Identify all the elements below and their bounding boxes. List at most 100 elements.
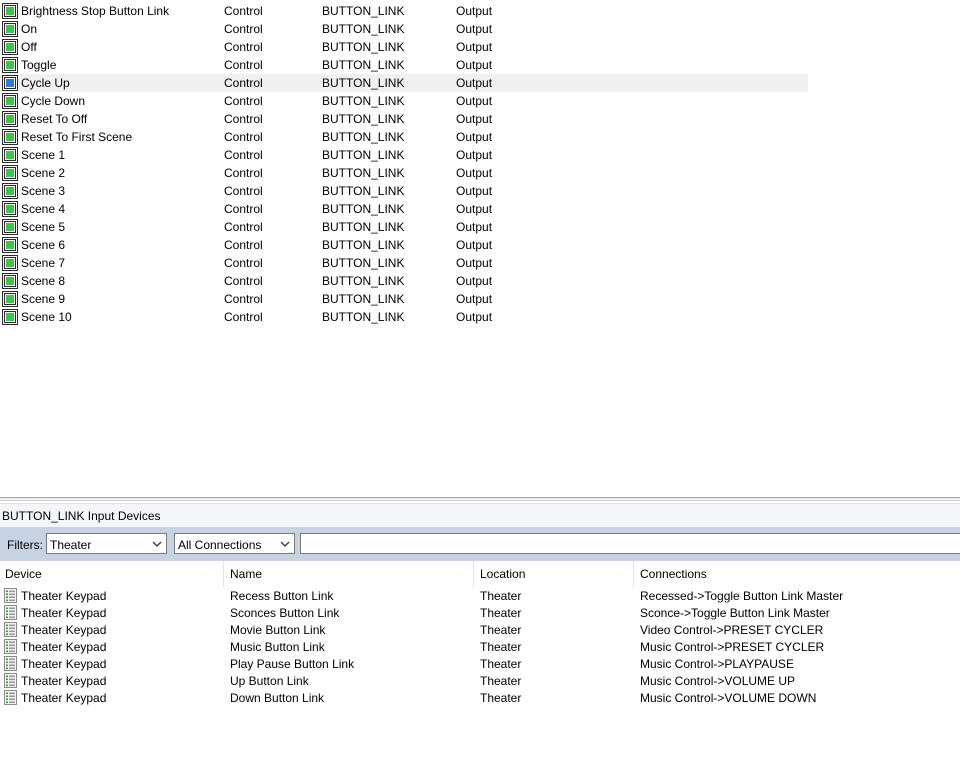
keypad-icon [4,673,17,688]
binding-class: BUTTON_LINK [322,184,405,198]
binding-name: Toggle [21,58,57,72]
chevron-down-icon [152,541,162,547]
filter-bar: Filters: Theater All Connections [0,527,960,561]
binding-class: BUTTON_LINK [322,112,405,126]
binding-row[interactable]: Reset To First Scene Control BUTTON_LINK Ou… [0,128,808,146]
binding-direction: Output [456,22,493,36]
binding-row[interactable]: Scene 7 Control BUTTON_LINK Output [0,254,808,272]
device-row[interactable]: Theater Keypad Play Pause Button Link Thea… [0,655,960,672]
binding-row[interactable]: Scene 2 Control BUTTON_LINK Output [0,164,808,182]
button-link-icon [2,291,18,307]
binding-name: Scene 6 [21,238,66,252]
keypad-icon [4,588,17,603]
column-header-name[interactable]: Name [225,561,474,587]
button-link-icon [2,219,18,235]
binding-class: BUTTON_LINK [322,22,405,36]
device-name: Theater Keypad [21,657,107,671]
button-link-icon [2,21,18,37]
binding-class: BUTTON_LINK [322,256,405,270]
binding-row[interactable]: Toggle Control BUTTON_LINK Output [0,56,808,74]
location-filter-value: Theater [50,538,92,552]
binding-class: BUTTON_LINK [322,220,405,234]
device-row[interactable]: Theater Keypad Sconces Button Link Theater… [0,604,960,621]
keypad-icon [4,639,17,654]
binding-row[interactable]: Scene 9 Control BUTTON_LINK Output [0,290,808,308]
binding-row[interactable]: Scene 8 Control BUTTON_LINK Output [0,272,808,290]
binding-row[interactable]: Scene 6 Control BUTTON_LINK Output [0,236,808,254]
device-name: Theater Keypad [21,606,107,620]
binding-class: BUTTON_LINK [322,202,405,216]
binding-row[interactable]: Cycle Down Control BUTTON_LINK Output [0,92,808,110]
device-row[interactable]: Theater Keypad Down Button Link Theater Mus… [0,689,960,706]
device-location: Theater [480,657,522,671]
button-link-icon [2,237,18,253]
device-name: Theater Keypad [21,674,107,688]
binding-class: BUTTON_LINK [322,76,405,90]
binding-type: Control [224,94,263,108]
binding-class: BUTTON_LINK [322,94,405,108]
device-row[interactable]: Theater Keypad Recess Button Link Theater R… [0,587,960,604]
binding-row[interactable]: Off Control BUTTON_LINK Output [0,38,808,56]
column-header-device[interactable]: Device [0,561,224,587]
connection-filter-dropdown[interactable]: All Connections [174,533,295,554]
binding-row[interactable]: Reset To Off Control BUTTON_LINK Output [0,110,808,128]
binding-name: Scene 10 [21,310,72,324]
binding-class: BUTTON_LINK [322,4,405,18]
button-link-icon [2,57,18,73]
device-name: Theater Keypad [21,691,107,705]
button-link-icon [2,309,18,325]
column-header-location[interactable]: Location [475,561,634,587]
binding-name: Scene 1 [21,148,66,162]
binding-type: Control [224,238,263,252]
device-binding-name: Recess Button Link [230,589,334,603]
binding-direction: Output [456,94,493,108]
device-row[interactable]: Theater Keypad Music Button Link Theater Mu… [0,638,960,655]
device-row[interactable]: Theater Keypad Up Button Link Theater Music… [0,672,960,689]
binding-row[interactable]: On Control BUTTON_LINK Output [0,20,808,38]
binding-row[interactable]: Scene 3 Control BUTTON_LINK Output [0,182,808,200]
device-name: Theater Keypad [21,589,107,603]
binding-direction: Output [456,202,493,216]
binding-row[interactable]: Scene 4 Control BUTTON_LINK Output [0,200,808,218]
bindings-list: Brightness Stop Button Link Control BUTTON… [0,0,960,497]
binding-type: Control [224,40,263,54]
device-connections: Sconce->Toggle Button Link Master [640,606,830,620]
binding-row[interactable]: Scene 1 Control BUTTON_LINK Output [0,146,808,164]
filter-search-input[interactable] [300,533,960,554]
binding-direction: Output [456,4,493,18]
device-binding-name: Music Button Link [230,640,325,654]
binding-name: Brightness Stop Button Link [21,4,170,18]
location-filter-dropdown[interactable]: Theater [46,533,167,554]
panel-splitter[interactable] [0,497,960,501]
button-link-icon [2,129,18,145]
button-link-icon [2,183,18,199]
binding-row[interactable]: Scene 5 Control BUTTON_LINK Output [0,218,808,236]
binding-class: BUTTON_LINK [322,58,405,72]
device-binding-name: Play Pause Button Link [230,657,355,671]
device-location: Theater [480,623,522,637]
device-name: Theater Keypad [21,623,107,637]
device-location: Theater [480,606,522,620]
device-connections: Music Control->PLAYPAUSE [640,657,794,671]
binding-row[interactable]: Cycle Up Control BUTTON_LINK Output [0,74,808,92]
binding-name: Scene 4 [21,202,66,216]
column-header-connections[interactable]: Connections [635,561,960,587]
binding-type: Control [224,310,263,324]
binding-type: Control [224,166,263,180]
binding-name: Scene 3 [21,184,66,198]
binding-row[interactable]: Brightness Stop Button Link Control BUTTON… [0,2,808,20]
binding-class: BUTTON_LINK [322,40,405,54]
device-binding-name: Down Button Link [230,691,325,705]
binding-type: Control [224,112,263,126]
devices-grid-header: Device Name Location Connections [0,561,960,587]
device-connections: Music Control->VOLUME DOWN [640,691,817,705]
binding-direction: Output [456,184,493,198]
binding-class: BUTTON_LINK [322,166,405,180]
binding-row[interactable]: Scene 10 Control BUTTON_LINK Output [0,308,808,326]
device-location: Theater [480,589,522,603]
device-row[interactable]: Theater Keypad Movie Button Link Theater Vi… [0,621,960,638]
binding-class: BUTTON_LINK [322,292,405,306]
binding-name: Scene 5 [21,220,66,234]
binding-direction: Output [456,292,493,306]
binding-name: Reset To Off [21,112,88,126]
